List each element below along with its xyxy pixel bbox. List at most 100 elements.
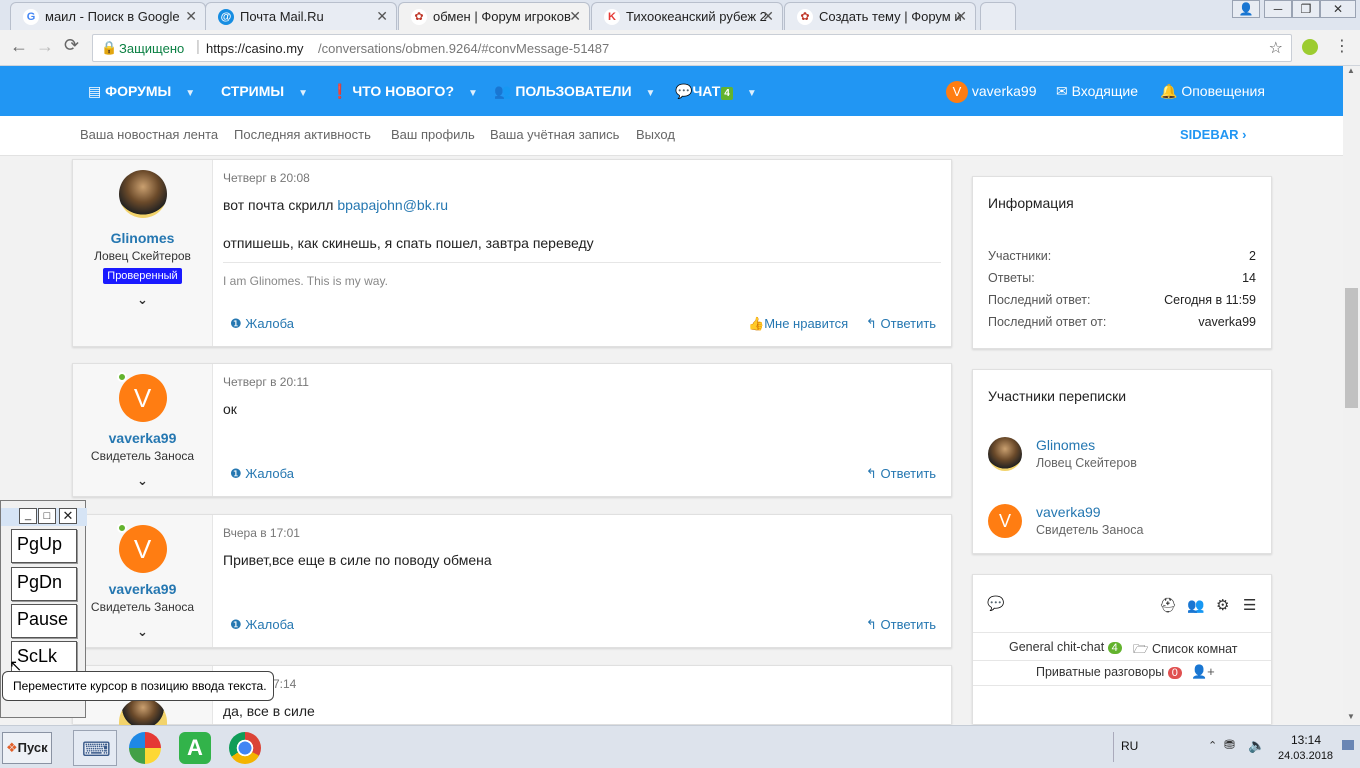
tab-google[interactable]: G маил - Поиск в Google ✕	[10, 2, 206, 30]
tray-device-icon[interactable]: ⛃	[1224, 737, 1235, 753]
url-input[interactable]: 🔒 Защищено | https://casino.my /conversa…	[92, 34, 1292, 62]
volume-icon[interactable]: 🔈	[1248, 737, 1265, 754]
reply-button[interactable]: ↰ Ответить	[866, 466, 936, 482]
forward-icon[interactable]: →	[36, 36, 54, 57]
reply-button[interactable]: ↰ Ответить	[866, 617, 936, 633]
participant-name[interactable]: vaverka99	[1036, 504, 1101, 520]
message-date[interactable]: Четверг в 20:11	[223, 375, 309, 389]
report-label: Жалоба	[245, 466, 294, 481]
participant-name[interactable]: Glinomes	[1036, 437, 1095, 453]
subnav-profile[interactable]: Ваш профиль	[391, 116, 475, 156]
key-pgup[interactable]: PgUp	[11, 529, 77, 563]
chevron-down-icon[interactable]: ▼	[298, 88, 308, 99]
avatar[interactable]	[118, 698, 167, 725]
nav-user-menu[interactable]: V vaverka99	[946, 66, 1036, 116]
users-icon[interactable]: 👥	[1187, 597, 1204, 614]
like-button[interactable]: 👍Мне нравится	[748, 316, 848, 332]
nav-streams[interactable]: СТРИМЫ ▼	[221, 66, 308, 116]
tray-expand-icon[interactable]: ⌃	[1208, 739, 1217, 752]
rooms-list-link[interactable]: 🗁 Список комнат	[1133, 640, 1238, 661]
chevron-down-icon[interactable]: ⌄	[73, 473, 212, 489]
key-pgdn[interactable]: PgDn	[11, 567, 77, 601]
last-reply-user-link[interactable]: vaverka99	[1198, 315, 1256, 329]
hamburger-icon[interactable]: ☰	[1243, 596, 1256, 614]
minimize-button[interactable]: ─	[1264, 0, 1292, 18]
taskbar-app-icon[interactable]	[129, 732, 161, 764]
nav-inbox[interactable]: ✉ Входящие	[1056, 66, 1138, 116]
gear-icon[interactable]: ⚙	[1216, 596, 1229, 614]
extension-icon[interactable]	[1302, 39, 1318, 55]
star-icon[interactable]: ☆	[1269, 38, 1283, 58]
chevron-down-icon[interactable]: ▼	[747, 88, 757, 99]
maximize-button[interactable]: ❐	[1292, 0, 1320, 18]
nav-whats-new[interactable]: ❗ ЧТО НОВОГО? ▼	[331, 66, 478, 116]
close-icon[interactable]: ✕	[376, 3, 388, 30]
tab-mailru[interactable]: @ Почта Mail.Ru ✕	[205, 2, 397, 30]
sidebar-toggle[interactable]: SIDEBAR ›	[1180, 116, 1246, 156]
report-link[interactable]: ❶ Жалоба	[230, 466, 294, 482]
chat-bubble-icon[interactable]: 💬	[987, 595, 1004, 612]
subnav-recent-activity[interactable]: Последняя активность	[234, 116, 371, 156]
minimize-button[interactable]: _	[19, 508, 37, 524]
message-date[interactable]: Вчера в 17:01	[223, 526, 300, 540]
nav-chat[interactable]: 💬ЧАТ 4 ▼	[675, 66, 757, 116]
close-icon[interactable]: ✕	[569, 3, 581, 30]
message-date[interactable]: Четверг в 20:08	[223, 171, 310, 185]
close-icon[interactable]: ✕	[955, 3, 967, 30]
subnav-logout[interactable]: Выход	[636, 116, 675, 156]
show-desktop-icon[interactable]	[1342, 740, 1354, 750]
report-link[interactable]: ❶ Жалоба	[230, 617, 294, 633]
maximize-button[interactable]: □	[38, 508, 56, 524]
avatar[interactable]	[988, 437, 1022, 471]
general-chat-link[interactable]: General chit-chat 4	[1009, 640, 1122, 654]
subnav-news-feed[interactable]: Ваша новостная лента	[80, 116, 218, 156]
username[interactable]: Glinomes	[73, 230, 212, 246]
private-chats-link[interactable]: Приватные разговоры 0	[1036, 665, 1182, 679]
start-button[interactable]: ❖Пуск	[2, 732, 52, 764]
close-icon[interactable]: ✕	[762, 3, 774, 30]
new-tab-button[interactable]	[980, 2, 1016, 30]
clock-time[interactable]: 13:14	[1291, 733, 1321, 747]
taskbar-osk[interactable]: ⌨	[73, 730, 117, 766]
add-user-icon[interactable]: 👤+	[1191, 664, 1215, 680]
email-link[interactable]: bpapajohn@bk.ru	[337, 197, 448, 213]
close-icon[interactable]: ✕	[185, 3, 197, 30]
username[interactable]: vaverka99	[73, 581, 212, 597]
chrome-icon[interactable]	[229, 732, 261, 764]
chevron-down-icon[interactable]: ▼	[185, 88, 195, 99]
profile-icon[interactable]: 👤	[1232, 0, 1260, 18]
scroll-thumb[interactable]	[1345, 288, 1358, 408]
reply-button[interactable]: ↰ Ответить	[866, 316, 936, 332]
tab-kinopoisk[interactable]: K Тихоокеанский рубеж 2 ✕	[591, 2, 783, 30]
nav-users[interactable]: 👥 ПОЛЬЗОВАТЕЛИ ▼	[494, 66, 655, 116]
page-scrollbar[interactable]: ▲ ▼	[1343, 66, 1360, 724]
taskbar-app-a-icon[interactable]: A	[179, 732, 211, 764]
language-indicator[interactable]: RU	[1121, 739, 1138, 753]
tab-obmen[interactable]: ✿ обмен | Форум игроков ✕	[398, 2, 590, 30]
chevron-down-icon[interactable]: ▼	[468, 88, 478, 99]
chevron-down-icon[interactable]: ⌄	[73, 624, 212, 640]
chevron-down-icon[interactable]: ▼	[646, 88, 656, 99]
close-button[interactable]: ✕	[59, 508, 77, 524]
message-date[interactable]: 7:14	[273, 677, 296, 691]
clock-date[interactable]: 24.03.2018	[1278, 750, 1333, 762]
nav-alerts[interactable]: 🔔 Оповещения	[1160, 66, 1265, 116]
key-pause[interactable]: Pause	[11, 604, 77, 638]
scroll-up-icon[interactable]: ▲	[1347, 66, 1355, 75]
reload-icon[interactable]: ⟳	[64, 35, 79, 56]
tab-create-topic[interactable]: ✿ Создать тему | Форум и ✕	[784, 2, 976, 30]
close-window-button[interactable]: ✕	[1320, 0, 1356, 18]
scroll-down-icon[interactable]: ▼	[1347, 712, 1355, 721]
avatar[interactable]: V	[116, 372, 167, 422]
back-icon[interactable]: ←	[10, 36, 28, 57]
avatar[interactable]: V	[116, 523, 167, 573]
avatar[interactable]	[118, 170, 167, 218]
report-link[interactable]: ❶ Жалоба	[230, 316, 294, 332]
chevron-down-icon[interactable]: ⌄	[73, 292, 212, 308]
nav-forums[interactable]: ▤ ФОРУМЫ ▼	[88, 66, 195, 116]
username[interactable]: vaverka99	[73, 430, 212, 446]
menu-icon[interactable]: ⋮	[1334, 36, 1350, 56]
lifebuoy-icon[interactable]: ⛑	[1159, 597, 1177, 614]
avatar[interactable]: V	[988, 504, 1022, 538]
subnav-account[interactable]: Ваша учётная запись	[490, 116, 619, 156]
